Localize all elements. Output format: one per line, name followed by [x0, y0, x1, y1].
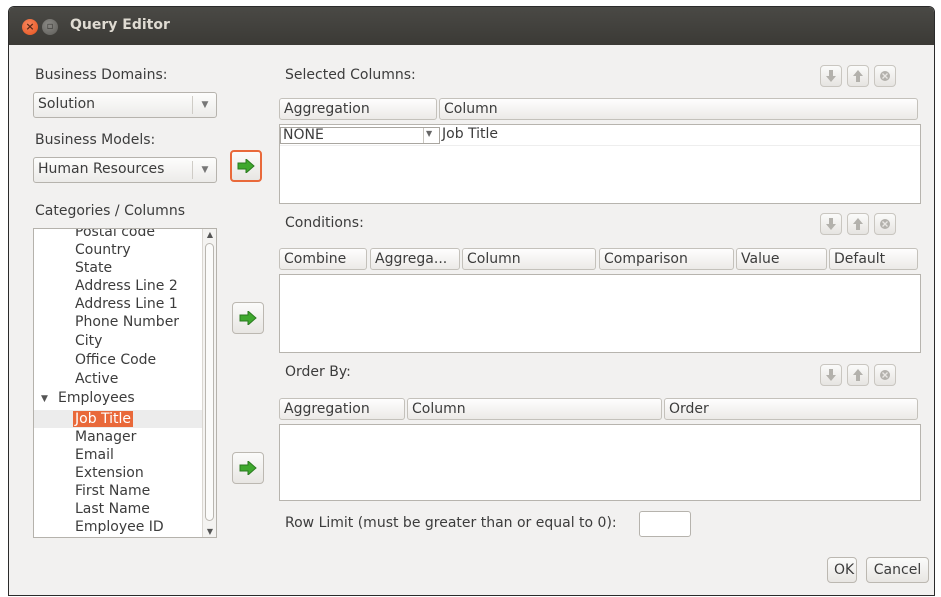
- move-down-icon: [826, 369, 836, 381]
- order-move-up-button[interactable]: [847, 364, 869, 386]
- chevron-down-icon: ▼: [201, 100, 209, 110]
- conditions-remove-button[interactable]: [874, 213, 896, 235]
- business-domains-select[interactable]: Solution ▼: [33, 92, 217, 118]
- green-right-arrow-icon: [239, 311, 257, 325]
- tree-item[interactable]: State: [75, 259, 112, 277]
- scroll-down-icon[interactable]: ▼: [204, 527, 216, 536]
- order-by-table: [279, 424, 921, 501]
- ok-button[interactable]: OK: [827, 557, 857, 583]
- selected-columns-label: Selected Columns:: [285, 67, 416, 83]
- scrollbar-thumb[interactable]: [205, 243, 214, 521]
- remove-icon: [880, 370, 890, 380]
- window-title: Query Editor: [70, 17, 170, 33]
- tree-item[interactable]: Country: [75, 241, 131, 259]
- row-limit-input[interactable]: [639, 511, 691, 537]
- add-order-by-button[interactable]: [232, 452, 264, 484]
- scroll-up-icon[interactable]: ▲: [204, 230, 216, 239]
- order-move-down-button[interactable]: [820, 364, 842, 386]
- chevron-down-icon: ▼: [426, 129, 433, 138]
- conditions-move-down-button[interactable]: [820, 213, 842, 235]
- conditions-header-aggregation[interactable]: Aggrega...: [370, 248, 460, 270]
- tree-item[interactable]: Postal code: [75, 229, 155, 241]
- conditions-header-column[interactable]: Column: [462, 248, 596, 270]
- query-editor-window: × ▫ Query Editor Business Domains: Solut…: [8, 6, 935, 596]
- green-right-arrow-icon: [239, 461, 257, 475]
- remove-icon: [880, 71, 890, 81]
- aggregation-dropdown-value: NONE: [283, 127, 324, 143]
- green-right-arrow-icon: [237, 159, 255, 173]
- tree-item[interactable]: Active: [75, 370, 118, 388]
- order-header-column[interactable]: Column: [407, 398, 662, 420]
- move-down-icon: [826, 218, 836, 230]
- expander-triangle-icon[interactable]: ▼: [41, 394, 48, 404]
- tree-scrollbar[interactable]: ▲ ▼: [202, 229, 216, 537]
- business-models-value: Human Resources: [38, 161, 165, 177]
- conditions-header-comparison[interactable]: Comparison: [599, 248, 734, 270]
- selected-columns-table: NONE ▼ Job Title: [279, 124, 921, 204]
- move-up-icon: [853, 70, 863, 82]
- categories-columns-label: Categories / Columns: [35, 203, 185, 219]
- add-selected-column-button[interactable]: [230, 150, 262, 182]
- business-domains-value: Solution: [38, 96, 96, 112]
- order-by-label: Order By:: [285, 364, 351, 380]
- tree-item[interactable]: City: [75, 332, 102, 350]
- selected-remove-button[interactable]: [874, 65, 896, 87]
- tree-item[interactable]: Phone Number: [75, 313, 179, 331]
- tree-item[interactable]: Extension: [75, 464, 144, 482]
- selected-move-down-button[interactable]: [820, 65, 842, 87]
- order-header-order[interactable]: Order: [664, 398, 918, 420]
- move-up-icon: [853, 218, 863, 230]
- tree-item[interactable]: Address Line 1: [75, 295, 178, 313]
- tree-item[interactable]: Last Name: [75, 500, 150, 518]
- tree-item-employees[interactable]: Employees: [58, 389, 135, 407]
- add-condition-button[interactable]: [232, 302, 264, 334]
- conditions-move-up-button[interactable]: [847, 213, 869, 235]
- chevron-down-icon: ▼: [201, 165, 209, 175]
- business-domains-label: Business Domains:: [35, 67, 168, 83]
- remove-icon: [880, 219, 890, 229]
- cancel-button[interactable]: Cancel: [866, 557, 929, 583]
- conditions-table: [279, 274, 921, 353]
- tree-item[interactable]: Email: [75, 446, 114, 464]
- categories-columns-tree[interactable]: Postal code Country State Address Line 2…: [33, 228, 217, 538]
- tree-item[interactable]: Office Code: [75, 351, 156, 369]
- business-models-label: Business Models:: [35, 132, 156, 148]
- conditions-header-default[interactable]: Default: [829, 248, 918, 270]
- conditions-header-combine[interactable]: Combine: [279, 248, 367, 270]
- row-limit-label: Row Limit (must be greater than or equal…: [285, 515, 617, 531]
- tree-item-selected[interactable]: Job Title: [73, 410, 134, 428]
- move-down-icon: [826, 70, 836, 82]
- tree-item[interactable]: Manager: [75, 428, 136, 446]
- selected-move-up-button[interactable]: [847, 65, 869, 87]
- order-remove-button[interactable]: [874, 364, 896, 386]
- tree-item[interactable]: Employee ID: [75, 518, 164, 536]
- order-header-aggregation[interactable]: Aggregation: [279, 398, 405, 420]
- conditions-header-value[interactable]: Value: [736, 248, 827, 270]
- minimize-window-icon[interactable]: ▫: [42, 19, 58, 35]
- move-up-icon: [853, 369, 863, 381]
- conditions-label: Conditions:: [285, 215, 364, 231]
- tree-item[interactable]: Address Line 2: [75, 277, 178, 295]
- title-bar: × ▫ Query Editor: [9, 7, 934, 45]
- business-models-select[interactable]: Human Resources ▼: [33, 157, 217, 183]
- aggregation-dropdown[interactable]: NONE ▼: [280, 127, 440, 144]
- close-window-icon[interactable]: ×: [22, 19, 38, 35]
- selected-header-aggregation[interactable]: Aggregation: [279, 98, 437, 120]
- selected-header-column[interactable]: Column: [439, 98, 918, 120]
- tree-item[interactable]: First Name: [75, 482, 150, 500]
- selected-column-cell: Job Title: [442, 126, 499, 142]
